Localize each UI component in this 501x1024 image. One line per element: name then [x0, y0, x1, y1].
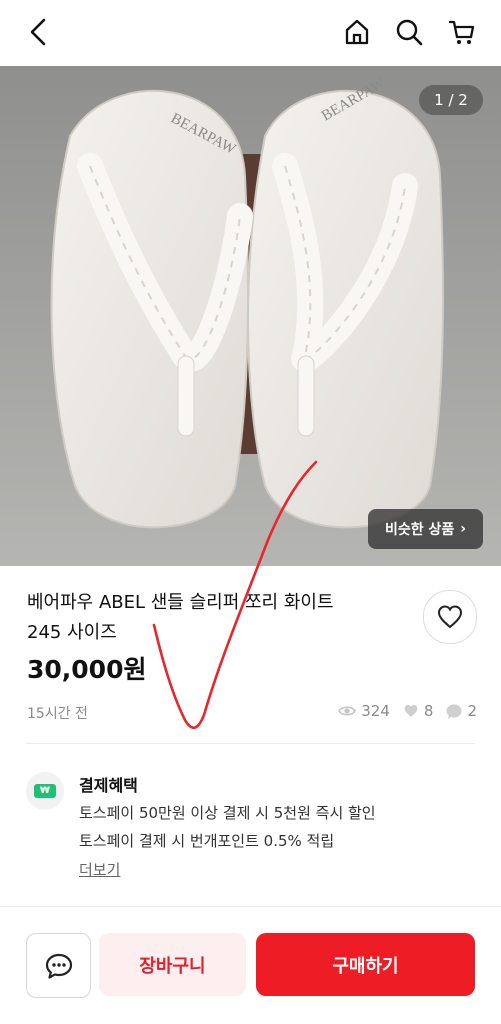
buy-now-button[interactable]: 구매하기: [256, 933, 475, 996]
won-icon: ₩: [40, 786, 50, 796]
chat-count: 2: [467, 702, 477, 720]
product-photo[interactable]: BEARPAW BEARPAW: [0, 66, 501, 566]
like-count: 8: [423, 702, 434, 720]
payment-benefit-title: 결제혜택: [79, 776, 138, 795]
back-arrow-icon[interactable]: [22, 15, 56, 49]
more-link[interactable]: 더보기: [79, 859, 120, 880]
cart-icon[interactable]: [445, 15, 479, 49]
product-title-line2: 245 사이즈: [27, 622, 117, 643]
benefit-line-1: 토스페이 50만원 이상 결제 시 5천원 즉시 할인: [79, 804, 376, 822]
chat-count-icon: [446, 704, 462, 719]
home-icon[interactable]: [340, 15, 374, 49]
image-counter: 1 / 2: [419, 85, 483, 115]
section-divider: [26, 743, 475, 744]
heart-count-icon: [404, 704, 418, 717]
heart-icon: [437, 605, 463, 629]
view-count: 324: [361, 702, 390, 720]
product-title-line1: 베어파우 ABEL 샌들 슬리퍼 쪼리 화이트: [27, 592, 334, 613]
product-title: 베어파우 ABEL 샌들 슬리퍼 쪼리 화이트 245 사이즈: [27, 588, 397, 648]
add-to-cart-button[interactable]: 장바구니: [99, 933, 246, 996]
chat-bubble-icon: [45, 953, 72, 979]
payment-benefit-icon: ₩: [26, 772, 64, 810]
posted-time: 15시간 전: [27, 706, 88, 722]
similar-products-button[interactable]: 비슷한 상품 ›: [368, 509, 483, 549]
chevron-right-icon: ›: [460, 521, 467, 537]
bottom-bar-divider: [0, 906, 501, 907]
eye-icon: [338, 706, 357, 716]
top-bar: [0, 0, 501, 66]
chat-button[interactable]: [26, 933, 91, 998]
benefit-line-2: 토스페이 결제 시 번개포인트 0.5% 적립: [79, 832, 335, 850]
search-icon[interactable]: [392, 15, 426, 49]
product-price: 30,000원: [27, 655, 147, 684]
wishlist-button[interactable]: [423, 590, 477, 644]
similar-products-label: 비슷한 상품: [384, 522, 455, 538]
product-stats: 324 8 2: [338, 702, 477, 720]
